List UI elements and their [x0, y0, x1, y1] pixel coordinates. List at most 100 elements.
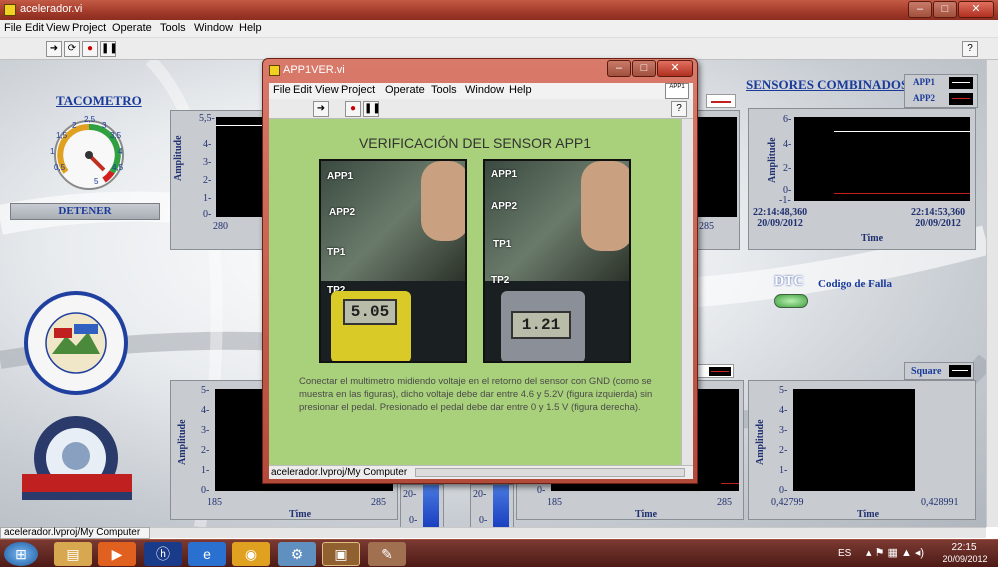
- main-vertical-scrollbar[interactable]: [986, 60, 998, 527]
- clock-time[interactable]: 22:15: [944, 542, 984, 553]
- y-tick: -1-: [779, 195, 791, 206]
- svg-text:1: 1: [50, 147, 55, 156]
- legend-swatch[interactable]: [706, 94, 736, 108]
- child-menu-tools[interactable]: Tools: [431, 84, 457, 96]
- help-icon[interactable]: ?: [671, 101, 687, 117]
- clock-date[interactable]: 20/09/2012: [936, 554, 994, 564]
- y-tick: 4-: [779, 405, 788, 416]
- y-tick: 1-: [779, 465, 788, 476]
- detener-button[interactable]: DETENER: [10, 203, 160, 220]
- hp-icon[interactable]: ⓗ: [144, 542, 182, 566]
- svg-text:4: 4: [118, 147, 123, 156]
- y-tick: 2-: [783, 163, 792, 174]
- child-menubar: File Edit View Project Operate Tools Win…: [269, 83, 693, 99]
- main-horizontal-scrollbar[interactable]: [150, 527, 986, 538]
- menu-file[interactable]: File: [4, 22, 22, 34]
- run-arrow-icon[interactable]: ➜: [313, 101, 329, 117]
- sensores-legend: APP1 APP2: [904, 74, 978, 108]
- x-tick: 0,428991: [921, 497, 959, 508]
- run-continuous-icon[interactable]: ⟳: [64, 41, 80, 57]
- svg-text:5: 5: [94, 177, 99, 186]
- photo-label: TP1: [327, 247, 346, 258]
- tachometer-gauge[interactable]: 0,5 1 1,5 2 2,5 3 3,5 4 4,5 5: [44, 110, 134, 190]
- menu-tools[interactable]: Tools: [160, 22, 186, 34]
- x-tick: 0,42799: [771, 497, 804, 508]
- menu-edit[interactable]: Edit: [25, 22, 44, 34]
- child-menu-file[interactable]: File: [273, 84, 291, 96]
- child-menu-project[interactable]: Project: [341, 84, 375, 96]
- x-axis-title: Time: [857, 509, 880, 520]
- abort-icon[interactable]: ●: [345, 101, 361, 117]
- chrome-icon[interactable]: ◉: [232, 542, 270, 566]
- paint-icon[interactable]: ✎: [368, 542, 406, 566]
- verification-heading: VERIFICACIÓN DEL SENSOR APP1: [358, 135, 592, 151]
- y-axis-title: Amplitude: [767, 137, 778, 183]
- y-tick: 3-: [779, 425, 788, 436]
- y-axis-title: Amplitude: [173, 135, 184, 181]
- y-tick: 4-: [201, 405, 210, 416]
- child-vertical-scrollbar[interactable]: [681, 119, 693, 465]
- pause-icon[interactable]: ❚❚: [100, 41, 118, 57]
- svg-text:0,5: 0,5: [54, 163, 66, 172]
- dtc-led[interactable]: [774, 294, 808, 308]
- legend-app2-swatch[interactable]: [949, 93, 973, 105]
- y-tick: 2-: [201, 445, 210, 456]
- x-tick: 285: [699, 221, 714, 232]
- legend-app1-swatch[interactable]: [949, 77, 973, 89]
- minimize-button[interactable]: –: [908, 1, 932, 18]
- language-indicator[interactable]: ES: [838, 548, 851, 559]
- dtc-label: DTC: [774, 274, 804, 289]
- maximize-button[interactable]: □: [933, 1, 957, 18]
- start-button[interactable]: ⊞: [4, 542, 38, 566]
- y-tick: 20-: [403, 489, 417, 500]
- legend-swatch-mid[interactable]: 2: [685, 364, 734, 378]
- explorer-icon[interactable]: ▤: [54, 542, 92, 566]
- help-icon[interactable]: ?: [962, 41, 978, 57]
- square-legend: Square: [904, 362, 974, 380]
- child-maximize-button[interactable]: □: [632, 60, 656, 77]
- menu-operate[interactable]: Operate: [112, 22, 152, 34]
- run-arrow-icon[interactable]: ➜: [46, 41, 62, 57]
- svg-text:2,5: 2,5: [84, 115, 96, 124]
- y-tick: 4-: [203, 139, 212, 150]
- plot-area: [216, 117, 264, 217]
- child-horizontal-scrollbar[interactable]: [415, 468, 685, 477]
- close-button[interactable]: ✕: [958, 1, 994, 18]
- child-menu-edit[interactable]: Edit: [293, 84, 312, 96]
- x-axis-title: Time: [861, 233, 884, 244]
- svg-text:1,5: 1,5: [56, 131, 68, 140]
- child-menu-view[interactable]: View: [315, 84, 339, 96]
- window-title: acelerador.vi: [20, 3, 83, 15]
- child-minimize-button[interactable]: –: [607, 60, 631, 77]
- pause-icon[interactable]: ❚❚: [363, 101, 381, 117]
- x-tick: 22:14:48,360 20/09/2012: [753, 207, 808, 229]
- svg-text:4,5: 4,5: [112, 163, 124, 172]
- menu-project[interactable]: Project: [72, 22, 106, 34]
- plot-area: [793, 389, 915, 491]
- main-menubar: File Edit View Project Operate Tools Win…: [0, 20, 998, 38]
- vi-icon-badge: APP1: [665, 83, 689, 99]
- child-menu-window[interactable]: Window: [465, 84, 504, 96]
- internet-explorer-icon[interactable]: e: [188, 542, 226, 566]
- abort-icon[interactable]: ●: [82, 41, 98, 57]
- legend-app1-label: APP1: [913, 77, 935, 87]
- square-legend-swatch[interactable]: [949, 365, 971, 377]
- labview-taskbar-icon[interactable]: ▣: [322, 542, 360, 566]
- media-player-icon[interactable]: ▶: [98, 542, 136, 566]
- legend-app2-label: APP2: [913, 93, 935, 103]
- child-status-bar: acelerador.lvproj/My Computer: [269, 465, 693, 479]
- main-toolbar: ➜ ⟳ ● ❚❚ ?: [0, 38, 998, 60]
- child-menu-operate[interactable]: Operate: [385, 84, 425, 96]
- menu-view[interactable]: View: [46, 22, 70, 34]
- child-close-button[interactable]: ✕: [657, 60, 693, 77]
- y-tick: 1-: [203, 193, 212, 204]
- photo-label: APP2: [491, 201, 518, 212]
- x-tick: 185: [207, 497, 222, 508]
- tray-icons[interactable]: ▴ ⚑ ▦ ▲ ◂): [866, 546, 924, 559]
- child-menu-help[interactable]: Help: [509, 84, 532, 96]
- network-app-icon[interactable]: ⚙: [278, 542, 316, 566]
- menu-help[interactable]: Help: [239, 22, 262, 34]
- menu-window[interactable]: Window: [194, 22, 233, 34]
- graph-top-mid: 285: [696, 110, 740, 250]
- sensores-title: SENSORES COMBINADOS: [746, 77, 909, 92]
